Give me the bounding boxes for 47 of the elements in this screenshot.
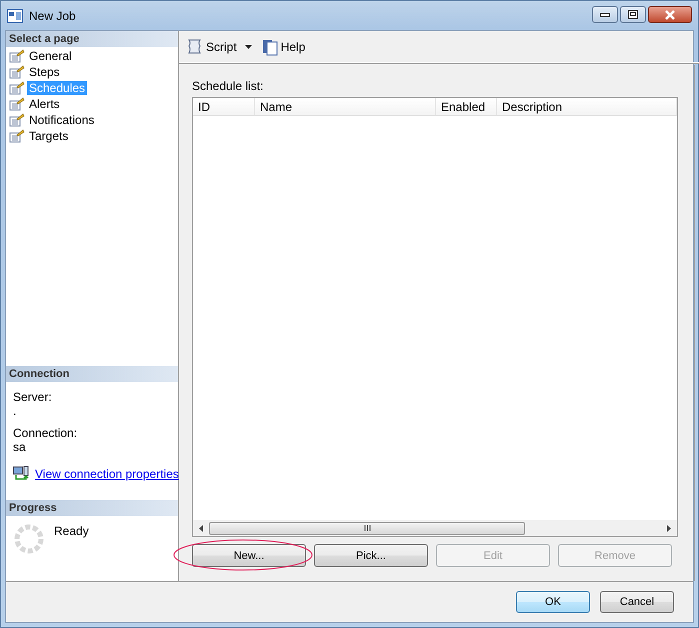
section-header: Connection xyxy=(6,366,178,382)
schedule-action-button[interactable]: Pick... xyxy=(314,544,428,567)
grip-icon xyxy=(364,525,370,531)
page-icon xyxy=(9,113,25,127)
column-header[interactable]: Name xyxy=(255,98,436,115)
page-list-item[interactable]: Steps xyxy=(27,65,62,79)
server-value: . xyxy=(13,404,18,418)
spinner-icon xyxy=(14,524,44,554)
connection-label: Connection: xyxy=(13,426,78,440)
page-list-item[interactable]: Targets xyxy=(27,129,70,143)
minimize-button[interactable] xyxy=(592,6,618,23)
page-icon xyxy=(9,49,25,63)
progress-status: Ready xyxy=(54,524,89,540)
book-icon xyxy=(262,38,278,56)
page-list-item[interactable]: Alerts xyxy=(27,97,62,111)
dialog-button[interactable]: OK xyxy=(516,591,590,613)
app-icon xyxy=(7,8,23,22)
connection-value: sa xyxy=(13,440,27,454)
close-icon xyxy=(664,10,676,20)
help-button[interactable]: Help xyxy=(262,38,306,56)
script-button[interactable]: Script xyxy=(185,38,256,56)
server-label: Server: xyxy=(13,390,53,404)
scroll-icon xyxy=(185,38,203,56)
schedule-list-label: Schedule list: xyxy=(192,79,264,95)
dialog-button[interactable]: Cancel xyxy=(600,591,674,613)
scroll-left-icon[interactable] xyxy=(199,524,203,532)
page-icon xyxy=(9,65,25,79)
page-icon xyxy=(9,97,25,111)
minimize-icon xyxy=(600,12,610,16)
column-header[interactable]: ID xyxy=(193,98,255,115)
column-header[interactable]: Enabled xyxy=(436,98,497,115)
column-header[interactable]: Description xyxy=(497,98,677,115)
page-icon xyxy=(9,81,25,95)
connection-properties-link[interactable]: View connection properties xyxy=(35,466,179,480)
close-button[interactable] xyxy=(648,6,692,23)
computer-icon xyxy=(13,466,29,481)
page-icon xyxy=(9,129,25,143)
maximize-icon xyxy=(628,10,638,19)
section-header: Progress xyxy=(6,500,178,516)
section-header: Select a page xyxy=(6,31,178,47)
page-list-item[interactable]: Notifications xyxy=(27,113,96,127)
maximize-button[interactable] xyxy=(620,6,646,23)
scrollbar-thumb[interactable] xyxy=(209,522,525,534)
page-list-item[interactable]: General xyxy=(27,49,74,63)
window-title: New Job xyxy=(29,8,77,22)
schedule-action-button[interactable]: New... xyxy=(192,544,306,567)
scroll-right-icon[interactable] xyxy=(667,524,671,532)
